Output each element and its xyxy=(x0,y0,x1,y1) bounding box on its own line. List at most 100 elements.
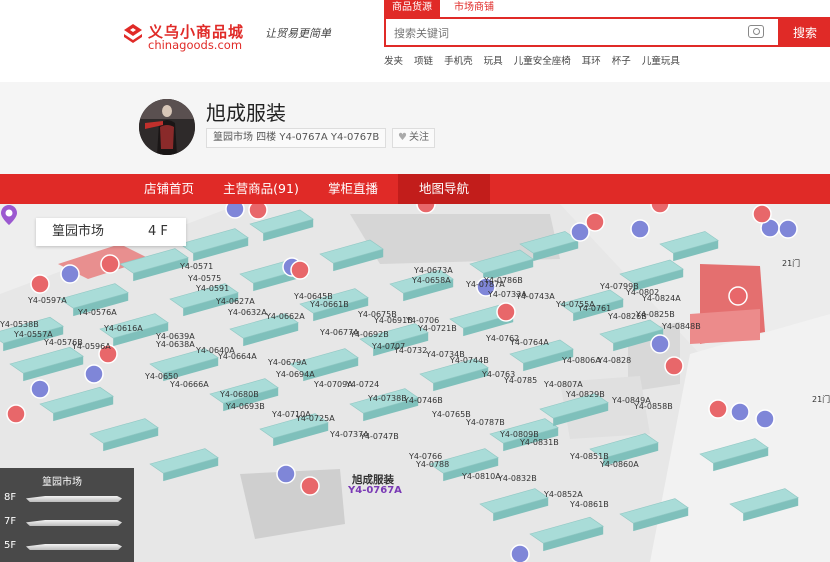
hotword-link[interactable]: 杯子 xyxy=(612,56,631,67)
floor-8f-thumbnail[interactable] xyxy=(26,496,122,502)
stall-label[interactable]: Y4-0616A xyxy=(104,324,143,333)
stall-label[interactable]: Y4-0724 xyxy=(346,380,379,389)
stall-label[interactable]: Y4-0807A xyxy=(544,380,583,389)
hotword-link[interactable]: 儿童玩具 xyxy=(642,56,680,67)
floor-option-5f[interactable]: 5F xyxy=(4,540,16,551)
hotword-link[interactable]: 玩具 xyxy=(484,56,503,67)
follow-button[interactable]: ♥ 关注 xyxy=(392,128,435,148)
stall-label[interactable]: Y4-0785 xyxy=(504,376,537,385)
nav-map[interactable]: 地图导航 xyxy=(398,174,490,204)
facility-marker-icon[interactable] xyxy=(100,254,120,274)
nav-home[interactable]: 店铺首页 xyxy=(133,174,205,204)
floor-5f-thumbnail[interactable] xyxy=(26,544,122,550)
floor-7f-thumbnail[interactable] xyxy=(26,520,122,526)
stall-label[interactable]: Y4-0680B xyxy=(220,390,259,399)
hotword-link[interactable]: 项链 xyxy=(414,56,433,67)
stall-label[interactable]: Y4-0852A xyxy=(544,490,583,499)
facility-marker-icon[interactable] xyxy=(664,356,684,376)
stall-label[interactable]: Y4-0858B xyxy=(634,402,673,411)
stall-label[interactable]: Y4-0810A xyxy=(462,472,501,481)
location-pin-icon[interactable] xyxy=(0,204,18,226)
stall-label[interactable]: Y4-0738B xyxy=(368,394,407,403)
stall-label[interactable]: Y4-0658A xyxy=(412,276,451,285)
stall-label[interactable]: Y4-0673A xyxy=(414,266,453,275)
stall-label[interactable]: Y4-0824A xyxy=(642,294,681,303)
stall-label[interactable]: Y4-0597A xyxy=(28,296,67,305)
stall-label[interactable]: Y4-0744B xyxy=(450,356,489,365)
stall-label[interactable]: Y4-0591 xyxy=(196,284,229,293)
stall-label[interactable]: Y4-0747B xyxy=(360,432,399,441)
stall-label[interactable]: Y4-0596A xyxy=(72,342,111,351)
stall-label[interactable]: Y4-0694A xyxy=(276,370,315,379)
facility-marker-icon[interactable] xyxy=(30,274,50,294)
stall-label[interactable]: Y4-0860A xyxy=(600,460,639,469)
stall-label[interactable]: Y4-0538B xyxy=(0,320,39,329)
stall-label[interactable]: Y4-0828 xyxy=(598,356,631,365)
stall-label[interactable]: Y4-0693B xyxy=(226,402,265,411)
facility-marker-icon[interactable] xyxy=(225,204,245,219)
stall-label[interactable]: Y4-0691B xyxy=(374,316,413,325)
facility-marker-icon[interactable] xyxy=(496,302,516,322)
stall-label[interactable]: Y4-0831B xyxy=(520,438,559,447)
stall-label[interactable]: Y4-0664A xyxy=(218,352,257,361)
camera-icon[interactable] xyxy=(748,25,764,38)
hotword-link[interactable]: 儿童安全座椅 xyxy=(514,56,571,67)
stall-label[interactable]: Y4-0746B xyxy=(404,396,443,405)
stall-label[interactable]: Y4-0788 xyxy=(416,460,449,469)
stall-label[interactable]: Y4-0575 xyxy=(188,274,221,283)
facility-marker-icon[interactable] xyxy=(290,260,310,280)
stall-label[interactable]: Y4-0638A xyxy=(156,340,195,349)
hotword-link[interactable]: 手机壳 xyxy=(444,56,473,67)
stall-label[interactable]: Y4-0826B xyxy=(608,312,647,321)
facility-marker-icon[interactable] xyxy=(630,219,650,239)
facility-marker-icon[interactable] xyxy=(778,219,798,239)
stall-label[interactable]: Y4-0765B xyxy=(432,410,471,419)
floor-option-7f[interactable]: 7F xyxy=(4,516,16,527)
nav-live[interactable]: 掌柜直播 xyxy=(315,174,391,204)
stall-label[interactable]: Y4-0786B xyxy=(484,276,523,285)
stall-label[interactable]: Y4-0692B xyxy=(350,330,389,339)
facility-marker-icon[interactable] xyxy=(650,334,670,354)
facility-marker-icon[interactable] xyxy=(752,204,772,224)
tab-products[interactable]: 商品货源 xyxy=(384,0,440,17)
facility-marker-icon[interactable] xyxy=(84,364,104,384)
stall-label[interactable]: Y4-0666A xyxy=(170,380,209,389)
stall-label[interactable]: Y4-0645B xyxy=(294,292,333,301)
stall-label[interactable]: Y4-0861B xyxy=(570,500,609,509)
stall-label[interactable]: Y4-0662A xyxy=(266,312,305,321)
search-button[interactable]: 搜索 xyxy=(780,17,830,47)
stall-label[interactable]: Y4-0632A xyxy=(228,308,267,317)
stall-label[interactable]: Y4-0732 xyxy=(394,346,427,355)
stall-label[interactable]: Y4-0848B xyxy=(662,322,701,331)
facility-marker-icon[interactable] xyxy=(728,286,748,306)
facility-marker-icon[interactable] xyxy=(755,409,775,429)
stall-label[interactable]: Y4-0799B xyxy=(600,282,639,291)
stall-label[interactable]: Y4-0762 xyxy=(486,334,519,343)
nav-products[interactable]: 主营商品(91) xyxy=(215,174,307,204)
facility-marker-icon[interactable] xyxy=(30,379,50,399)
facility-marker-icon[interactable] xyxy=(730,402,750,422)
stall-label[interactable]: Y4-0787B xyxy=(466,418,505,427)
stall-label[interactable]: Y4-0832B xyxy=(498,474,537,483)
hotword-link[interactable]: 耳环 xyxy=(582,56,601,67)
stall-label[interactable]: Y4-0571 xyxy=(180,262,213,271)
stall-label[interactable]: Y4-0721B xyxy=(418,324,457,333)
facility-marker-icon[interactable] xyxy=(248,204,268,220)
stall-label[interactable]: Y4-0661B xyxy=(310,300,349,309)
stall-label[interactable]: Y4-0627A xyxy=(216,297,255,306)
search-input[interactable] xyxy=(394,23,734,43)
floor-option-8f[interactable]: 8F xyxy=(4,492,16,503)
facility-marker-icon[interactable] xyxy=(300,476,320,496)
facility-marker-icon[interactable] xyxy=(60,264,80,284)
site-logo[interactable]: 义乌小商品城 chinagoods.com xyxy=(122,20,257,52)
stall-label[interactable]: Y4-0679A xyxy=(268,358,307,367)
stall-label[interactable]: Y4-0806A xyxy=(562,356,601,365)
facility-marker-icon[interactable] xyxy=(510,544,530,562)
stall-label[interactable]: Y4-0761 xyxy=(578,304,611,313)
stall-label[interactable]: Y4-0576A xyxy=(78,308,117,317)
stall-label[interactable]: Y4-0725A xyxy=(296,414,335,423)
hotword-link[interactable]: 发夹 xyxy=(384,56,403,67)
floor-map[interactable]: 篁园市场 4 F Y4-0571 Y4-0575 Y4-0591 Y4-0597A Y4… xyxy=(0,204,830,562)
tab-shops[interactable]: 市场商铺 xyxy=(446,0,502,17)
facility-marker-icon[interactable] xyxy=(6,404,26,424)
